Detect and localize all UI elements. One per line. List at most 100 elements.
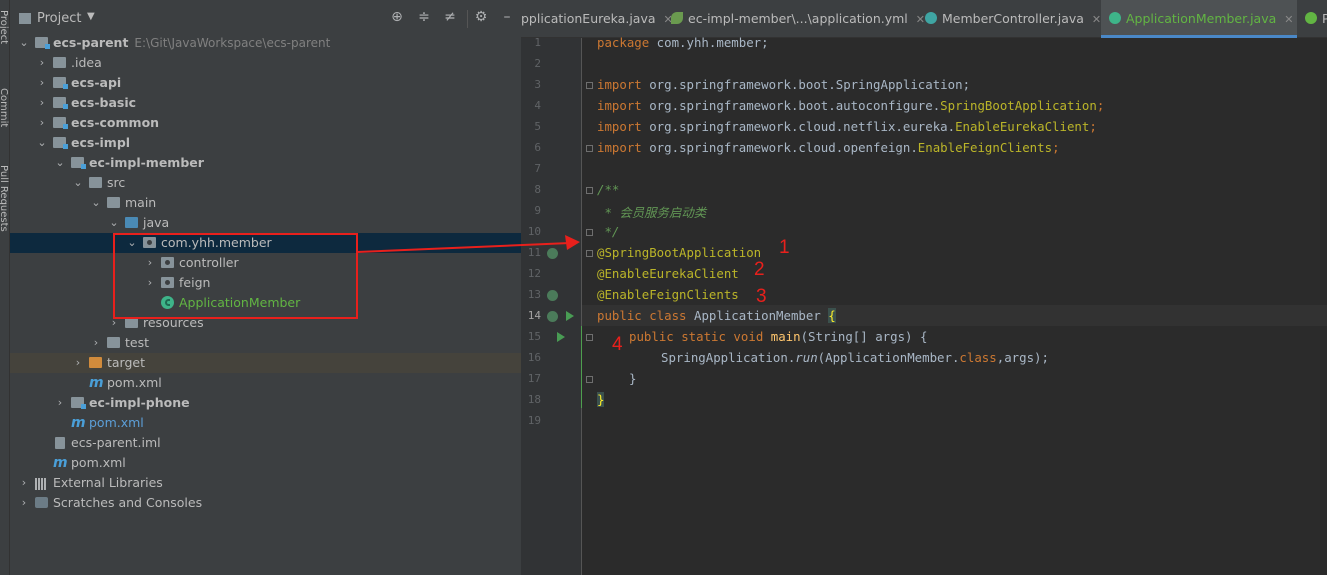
tree-item-idea[interactable]: › .idea [10, 53, 521, 73]
fold-icon[interactable] [586, 145, 593, 152]
chevron-right-icon[interactable]: › [72, 353, 84, 373]
project-panel: Project ▼ ⊕ ≑ ≠ ⚙ – ⌄ ecs-parent E:\Git\J… [10, 0, 521, 575]
code-line-4: import org.springframework.boot.autoconf… [597, 98, 1105, 113]
chevron-right-icon[interactable]: › [54, 393, 66, 413]
tree-item-label: pom.xml [89, 415, 144, 430]
project-panel-title[interactable]: Project [37, 11, 81, 26]
tree-item-src[interactable]: ⌄ src [10, 173, 521, 193]
chevron-down-icon[interactable]: ⌄ [54, 153, 66, 173]
code-line-11: @SpringBootApplication [597, 245, 762, 260]
tab-application-eureka[interactable]: pplicationEureka.java ✕ [521, 0, 673, 38]
module-folder-icon [53, 77, 68, 89]
tab-application-yml[interactable]: ec-impl-member\...\application.yml ✕ [671, 0, 925, 38]
tree-item-ec-impl-member[interactable]: ⌄ ec-impl-member [10, 153, 521, 173]
close-icon[interactable]: ✕ [1284, 13, 1293, 26]
collapse-all-icon[interactable]: ≠ [441, 9, 459, 25]
fold-icon[interactable] [586, 229, 593, 236]
tree-item-ecs-parent-iml[interactable]: ecs-parent.iml [10, 433, 521, 453]
expand-all-icon[interactable]: ≑ [415, 9, 433, 25]
tree-item-test[interactable]: › test [10, 333, 521, 353]
chevron-right-icon[interactable]: › [36, 53, 48, 73]
fold-icon[interactable] [586, 82, 593, 89]
chevron-down-icon[interactable]: ⌄ [72, 173, 84, 193]
spring-bean-icon[interactable] [547, 311, 558, 322]
library-icon [35, 476, 48, 490]
chevron-down-icon[interactable]: ⌄ [108, 213, 120, 233]
fold-icon[interactable] [586, 187, 593, 194]
tree-item-main[interactable]: ⌄ main [10, 193, 521, 213]
run-icon[interactable] [557, 332, 565, 342]
chevron-right-icon[interactable]: › [18, 493, 30, 513]
code-line-18: } [597, 392, 605, 407]
tree-item-ec-impl-phone[interactable]: › ec-impl-phone [10, 393, 521, 413]
line-number: 9 [534, 204, 541, 217]
tree-item-ecs-basic[interactable]: › ecs-basic [10, 93, 521, 113]
chevron-right-icon[interactable]: › [90, 333, 102, 353]
folder-icon [53, 57, 66, 68]
commit-tool-tab[interactable]: Commit [0, 88, 9, 127]
code-line-12: @EnableEurekaClient [597, 266, 739, 281]
tree-item-ecs-impl[interactable]: ⌄ ecs-impl [10, 133, 521, 153]
chevron-down-icon[interactable]: ⌄ [18, 33, 30, 53]
line-number: 16 [527, 351, 541, 364]
minimize-icon[interactable]: – [498, 9, 516, 25]
tree-item-label: ecs-common [71, 115, 160, 130]
module-folder-icon [53, 97, 68, 109]
module-folder-icon [53, 117, 68, 129]
tab-application-member[interactable]: ApplicationMember.java ✕ [1101, 0, 1297, 38]
spring-class-icon [1109, 12, 1121, 24]
gutter-divider [581, 38, 582, 575]
tree-item-pom-impl[interactable]: m pom.xml [10, 413, 521, 433]
tab-overflow[interactable]: P [1305, 0, 1327, 38]
close-icon[interactable]: ✕ [1092, 13, 1101, 26]
tree-item-ecs-api[interactable]: › ecs-api [10, 73, 521, 93]
crosshair-icon[interactable]: ⊕ [388, 9, 406, 25]
editor-tab-bar: pplicationEureka.java ✕ ec-impl-member\..… [521, 0, 1327, 38]
tree-item-target[interactable]: › target [10, 353, 521, 373]
project-icon [19, 13, 31, 24]
tree-item-scratches[interactable]: › Scratches and Consoles [10, 493, 521, 513]
header-divider [467, 10, 468, 28]
line-number: 17 [527, 372, 541, 385]
tree-item-pom-member[interactable]: m pom.xml [10, 373, 521, 393]
folder-icon [107, 197, 120, 208]
tab-label: pplicationEureka.java [521, 11, 656, 26]
annotation-arrow [356, 235, 580, 253]
line-number: 19 [527, 414, 541, 427]
gear-icon[interactable]: ⚙ [472, 9, 490, 25]
folder-icon [107, 337, 120, 348]
tree-item-java[interactable]: ⌄ java [10, 213, 521, 233]
tree-item-label: target [107, 355, 146, 370]
tree-item-ecs-common[interactable]: › ecs-common [10, 113, 521, 133]
chevron-down-icon[interactable]: ⌄ [36, 133, 48, 153]
chevron-right-icon[interactable]: › [36, 113, 48, 133]
pull-requests-tool-tab[interactable]: Pull Requests [0, 165, 9, 232]
tab-member-controller[interactable]: MemberController.java ✕ [925, 0, 1101, 38]
maven-icon: m [71, 415, 86, 431]
chevron-right-icon[interactable]: › [36, 73, 48, 93]
spring-bean-icon[interactable] [547, 290, 558, 301]
tree-item-pom-parent[interactable]: m pom.xml [10, 453, 521, 473]
chevron-right-icon[interactable]: › [18, 473, 30, 493]
code-line-13: @EnableFeignClients [597, 287, 739, 302]
project-tool-tab[interactable]: Project [0, 10, 9, 44]
highlight-box [113, 233, 358, 319]
tree-item-external-libraries[interactable]: › External Libraries [10, 473, 521, 493]
editor-gutter [521, 38, 581, 575]
fold-icon[interactable] [586, 250, 593, 257]
tree-item-ecs-parent[interactable]: ⌄ ecs-parent E:\Git\JavaWorkspace\ecs-par… [10, 33, 521, 53]
run-icon[interactable] [566, 311, 574, 321]
chevron-right-icon[interactable]: › [36, 93, 48, 113]
line-number: 4 [534, 99, 541, 112]
code-line-14: public class ApplicationMember { [597, 308, 836, 323]
fold-icon[interactable] [586, 376, 593, 383]
chevron-down-icon[interactable]: ⌄ [90, 193, 102, 213]
close-icon[interactable]: ✕ [916, 13, 925, 26]
folder-icon [89, 177, 102, 188]
fold-icon[interactable] [586, 334, 593, 341]
chevron-down-icon[interactable]: ▼ [87, 11, 95, 22]
tree-item-label: ec-impl-phone [89, 395, 190, 410]
indent-guide [581, 326, 582, 408]
tree-item-label: .idea [71, 55, 102, 70]
code-line-16: SpringApplication.run(ApplicationMember.… [661, 350, 1049, 365]
